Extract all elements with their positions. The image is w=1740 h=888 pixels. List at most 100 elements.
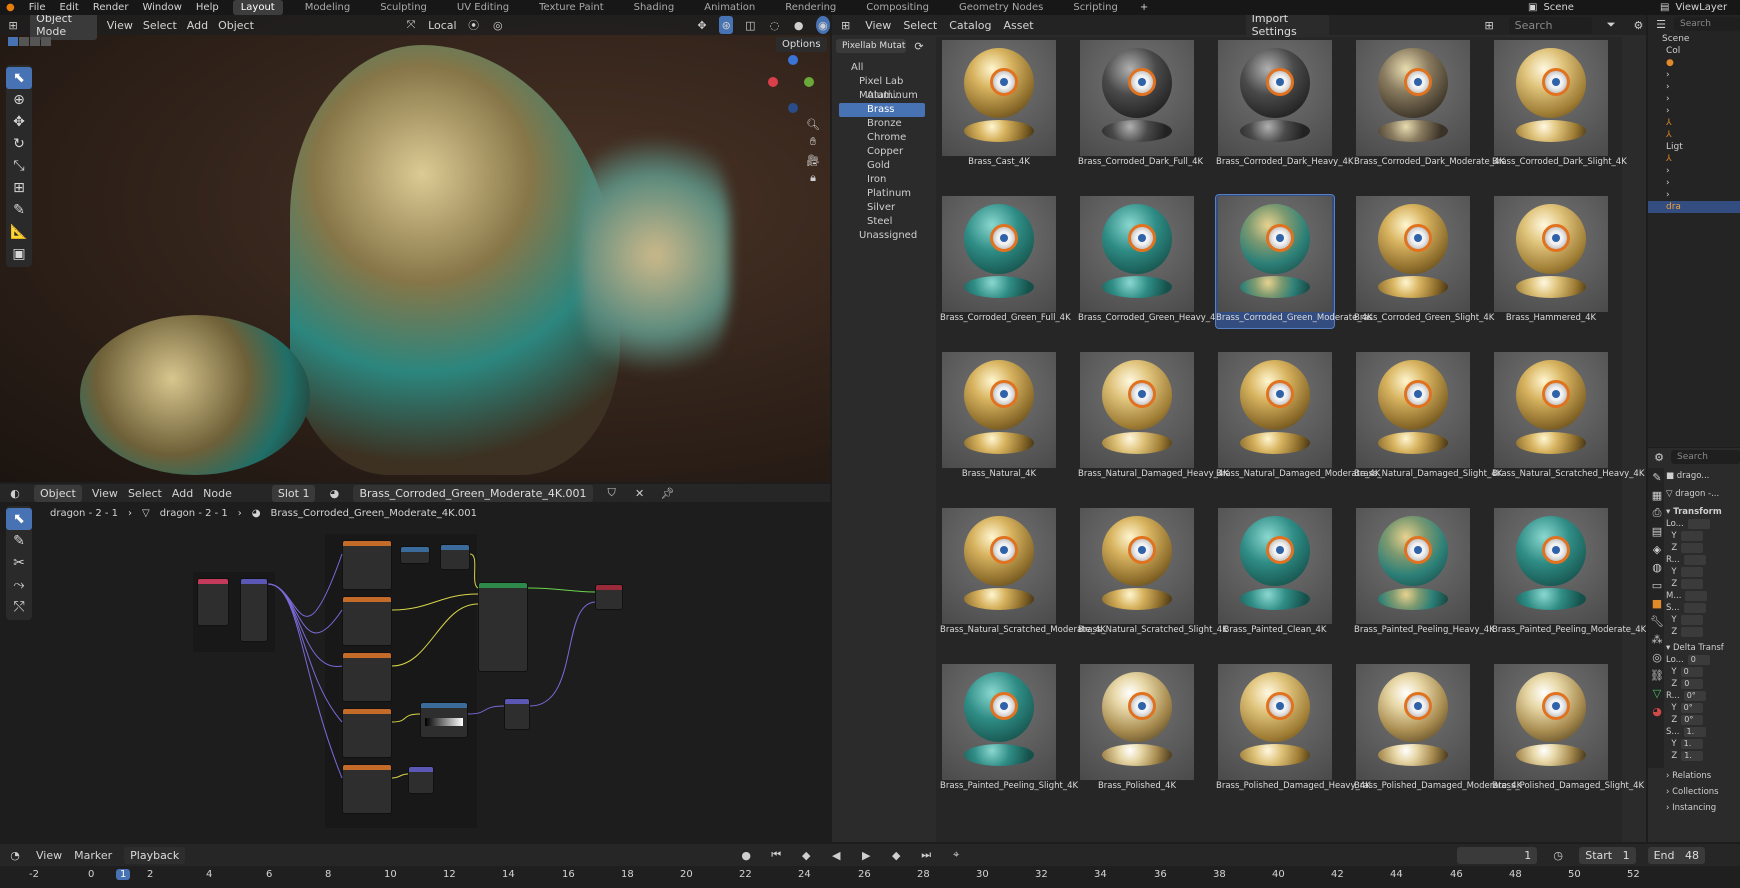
material-tab-icon[interactable]: ◕ — [1648, 702, 1666, 720]
timeline-menu-marker[interactable]: Marker — [74, 849, 112, 862]
asset-tile[interactable]: Brass_Hammered_4K — [1492, 195, 1610, 328]
scale-x-field[interactable] — [1683, 603, 1706, 613]
asset-tile[interactable]: Brass_Corroded_Dark_Full_4K — [1078, 39, 1203, 172]
record-icon[interactable]: ● — [737, 846, 755, 864]
timeline[interactable]: ◔ View Marker Playback ● ⏮ ◆ ◀ ▶ ◆ ⏭ ⌖ 1… — [0, 844, 1740, 888]
asset-tile[interactable]: Brass_Polished_Damaged_Heavy_4K — [1216, 663, 1371, 796]
tab-geometry-nodes[interactable]: Geometry Nodes — [951, 0, 1051, 15]
shading-render-icon[interactable]: ◉ — [815, 16, 830, 34]
asset-tile[interactable]: Brass_Natural_Scratched_Slight_4K — [1078, 507, 1228, 640]
viewport-menu-select[interactable]: Select — [143, 19, 177, 32]
collection-tab-icon[interactable]: ▭ — [1648, 576, 1666, 594]
asset-tile[interactable]: Brass_Corroded_Green_Heavy_4K — [1078, 195, 1221, 328]
menu-window[interactable]: Window — [142, 2, 181, 13]
asset-tile[interactable]: Brass_Cast_4K — [940, 39, 1058, 172]
catalog-iron[interactable]: Iron — [839, 173, 925, 187]
asset-search-input[interactable]: Search — [1508, 16, 1592, 34]
tab-shading[interactable]: Shading — [626, 0, 683, 15]
location-z-field[interactable] — [1681, 543, 1704, 553]
measure-tool-icon[interactable]: 📐 — [6, 221, 32, 243]
outliner-child[interactable]: ⅄ — [1648, 117, 1740, 129]
asset-tile[interactable]: Brass_Corroded_Dark_Slight_4K — [1492, 39, 1627, 172]
start-frame-field[interactable]: Start 1 — [1579, 846, 1636, 864]
zoom-icon[interactable]: 🔍︎ — [804, 115, 822, 133]
gizmo-neg-z-icon[interactable] — [788, 103, 798, 113]
menu-file[interactable]: File — [29, 2, 46, 13]
outliner-child[interactable]: › — [1648, 93, 1740, 105]
data-tab-icon[interactable]: ▽ — [1648, 684, 1666, 702]
outliner-dragon[interactable]: dra — [1648, 201, 1740, 213]
menu-render[interactable]: Render — [93, 2, 129, 13]
play-reverse-icon[interactable]: ◀ — [827, 846, 845, 864]
tab-texture-paint[interactable]: Texture Paint — [531, 0, 612, 15]
catalog-bronze[interactable]: Bronze — [839, 117, 925, 131]
modifier-tab-icon[interactable]: 🔧︎ — [1648, 612, 1666, 630]
asset-menu-asset[interactable]: Asset — [1004, 19, 1034, 32]
collections-header[interactable]: › Collections — [1666, 786, 1740, 798]
move-tool-icon[interactable]: ✥ — [6, 111, 32, 133]
delta-rot-y[interactable]: 0° — [1680, 703, 1703, 713]
asset-tile[interactable]: Brass_Natural_Scratched_Heavy_4K — [1492, 351, 1644, 484]
delta-rot-x[interactable]: 0° — [1683, 691, 1706, 701]
prev-keyframe-icon[interactable]: ◆ — [797, 846, 815, 864]
rotate-tool-icon[interactable]: ↻ — [6, 133, 32, 155]
output-tab-icon[interactable]: ⎙ — [1648, 504, 1666, 522]
tab-scripting[interactable]: Scripting — [1065, 0, 1125, 15]
menu-edit[interactable]: Edit — [59, 2, 78, 13]
catalog-platinum[interactable]: Platinum — [839, 187, 925, 201]
tab-animation[interactable]: Animation — [696, 0, 763, 15]
cursor-tool-icon[interactable]: ⊕ — [6, 89, 32, 111]
delta-loc-z[interactable]: 0 — [1681, 679, 1704, 689]
filter-icon[interactable]: ⏷ — [1604, 16, 1619, 34]
asset-tile[interactable]: Brass_Corroded_Green_Full_4K — [940, 195, 1071, 328]
proportional-icon[interactable]: ◎ — [491, 16, 505, 34]
scene-tab-icon[interactable]: ◈ — [1648, 540, 1666, 558]
tab-compositing[interactable]: Compositing — [858, 0, 937, 15]
shading-wire-icon[interactable]: ◌ — [767, 16, 781, 34]
properties-type-icon[interactable]: ⚙ — [1650, 448, 1668, 466]
view-layer-tab-icon[interactable]: ▤ — [1648, 522, 1666, 540]
outliner-scene[interactable]: Scene — [1648, 33, 1740, 45]
properties-search-input[interactable]: Search — [1671, 450, 1740, 464]
asset-tile[interactable]: Brass_Painted_Peeling_Heavy_4K — [1354, 507, 1495, 640]
asset-tile[interactable]: Brass_Corroded_Green_Moderate_4K — [1215, 194, 1373, 329]
keying-icon[interactable]: ⌖ — [947, 846, 965, 864]
asset-tile[interactable]: Brass_Natural_Scratched_Moderate_4K — [940, 507, 1106, 640]
outliner-child[interactable]: ⅄ — [1648, 153, 1740, 165]
outliner-child[interactable]: › — [1648, 177, 1740, 189]
menu-help[interactable]: Help — [196, 2, 219, 13]
camera-icon[interactable]: 🎥︎ — [804, 151, 822, 169]
settings-gear-icon[interactable]: ⚙ — [1631, 16, 1646, 34]
select-subtract-icon[interactable] — [30, 37, 40, 46]
catalog-all[interactable]: All — [839, 61, 925, 75]
play-icon[interactable]: ▶ — [857, 846, 875, 864]
end-frame-field[interactable]: End 48 — [1647, 846, 1706, 864]
scene-name[interactable]: Scene — [1543, 2, 1574, 13]
outliner[interactable]: ☰ Search Scene Col ● › › › › ⅄ ⅄ Ligt ⅄ … — [1648, 15, 1740, 447]
timeline-type-icon[interactable]: ◔ — [6, 846, 24, 864]
add-cube-tool-icon[interactable]: ▣ — [6, 243, 32, 265]
scale-z-field[interactable] — [1681, 627, 1704, 637]
shading-solid-icon[interactable]: ● — [792, 16, 806, 34]
editor-type-icon[interactable]: ⊞ — [6, 16, 20, 34]
catalog-gold[interactable]: Gold — [839, 159, 925, 173]
select-tool-icon[interactable]: ⬉ — [6, 67, 32, 89]
playback-dropdown[interactable]: Playback — [124, 846, 186, 864]
options-button[interactable]: Options — [776, 37, 827, 52]
asset-tile[interactable]: Brass_Polished_4K — [1078, 663, 1196, 796]
outliner-collection[interactable]: Col — [1648, 45, 1740, 57]
location-y-field[interactable] — [1680, 531, 1703, 541]
asset-tile[interactable]: Brass_Natural_4K — [940, 351, 1058, 484]
select-new-icon[interactable] — [8, 37, 18, 46]
asset-tile[interactable]: Brass_Painted_Peeling_Moderate_4K — [1492, 507, 1646, 640]
pan-hand-icon[interactable]: ✋︎ — [804, 133, 822, 151]
object-data-name[interactable]: dragon -... — [1675, 489, 1719, 499]
lock-icon[interactable]: 🔒︎ — [804, 169, 822, 187]
asset-browser-type-icon[interactable]: ⊞ — [838, 16, 853, 34]
outliner-search-input[interactable]: Search — [1674, 17, 1740, 31]
asset-tile[interactable]: Brass_Natural_Damaged_Heavy_4K — [1078, 351, 1229, 484]
tab-rendering[interactable]: Rendering — [777, 0, 844, 15]
current-frame-field[interactable]: 1 — [1457, 846, 1538, 864]
delta-scale-z[interactable]: 1. — [1681, 751, 1704, 761]
viewport-menu-add[interactable]: Add — [187, 19, 208, 32]
